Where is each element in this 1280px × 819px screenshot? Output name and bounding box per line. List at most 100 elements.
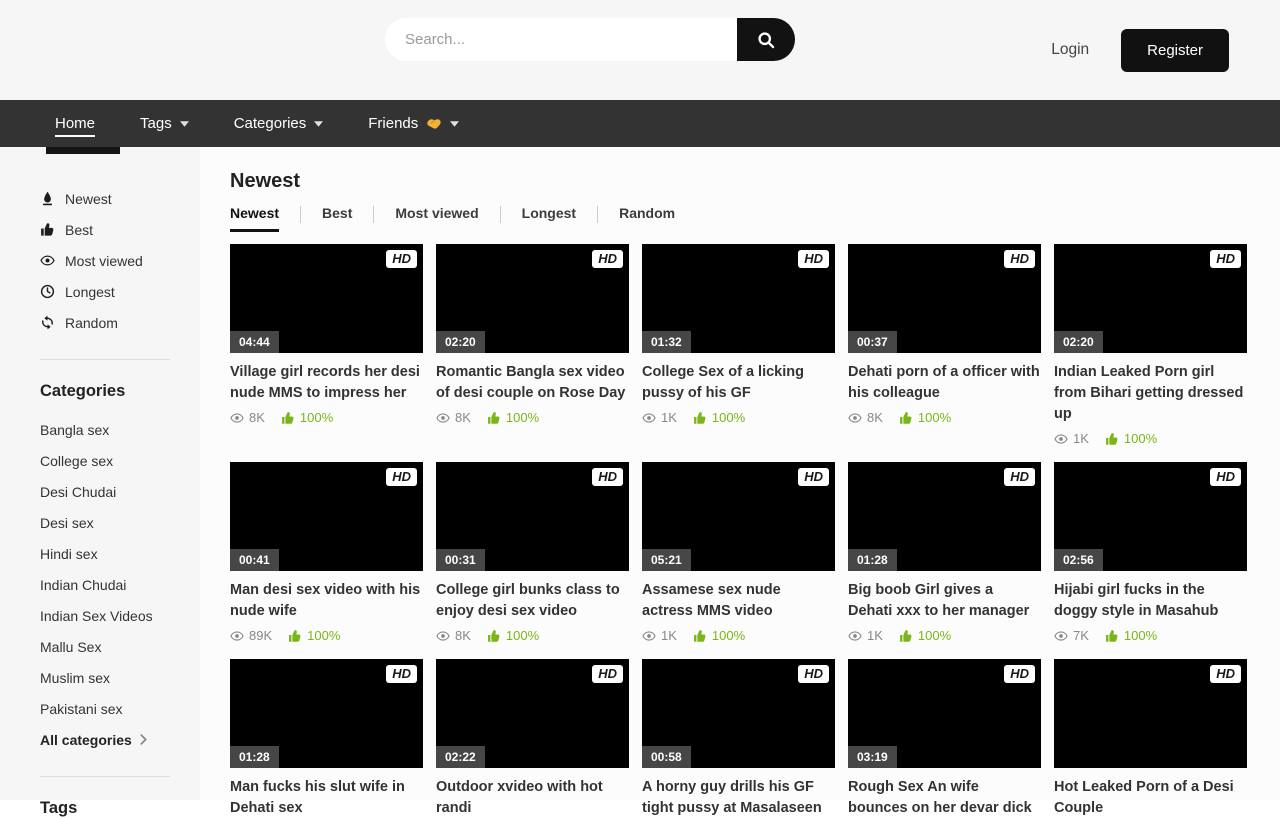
views-eye-icon: [436, 629, 450, 643]
video-card[interactable]: HD 00:58 A horny guy drills his GF tight…: [642, 659, 835, 819]
sort-list-item: Newest: [40, 183, 200, 214]
login-link[interactable]: Login: [1051, 41, 1089, 59]
tab-random[interactable]: Random: [619, 205, 675, 229]
sidebar-category-desi-chudai[interactable]: Desi Chudai: [40, 484, 116, 500]
sidebar-sort-random[interactable]: Random: [40, 315, 118, 331]
tab-most-viewed[interactable]: Most viewed: [395, 205, 478, 229]
video-card[interactable]: HD 03:19 Rough Sex An wife bounces on he…: [848, 659, 1041, 819]
video-title[interactable]: College girl bunks class to enjoy desi s…: [436, 580, 629, 622]
video-card[interactable]: HD 00:41 Man desi sex video with his nud…: [230, 462, 423, 643]
video-title[interactable]: A horny guy drills his GF tight pussy at…: [642, 777, 835, 819]
video-card[interactable]: HD 02:22 Outdoor xvideo with hot randi: [436, 659, 629, 819]
video-thumbnail[interactable]: HD 01:28: [848, 462, 1041, 571]
video-card[interactable]: HD 05:21 Assamese sex nude actress MMS v…: [642, 462, 835, 643]
video-card[interactable]: HD 01:28 Man fucks his slut wife in Deha…: [230, 659, 423, 819]
video-card[interactable]: HD 02:20 Romantic Bangla sex video of de…: [436, 244, 629, 446]
register-button[interactable]: Register: [1121, 29, 1229, 72]
video-thumbnail[interactable]: HD 02:20: [1054, 244, 1247, 353]
duration-badge: 04:44: [230, 331, 279, 353]
search-input[interactable]: [385, 18, 737, 61]
sidebar-category-pakistani-sex[interactable]: Pakistani sex: [40, 701, 122, 717]
video-card[interactable]: HD 01:32 College Sex of a licking pussy …: [642, 244, 835, 446]
nav-item-tags[interactable]: Tags: [140, 100, 189, 147]
video-title[interactable]: Big boob Girl gives a Dehati xxx to her …: [848, 580, 1041, 622]
video-title[interactable]: College Sex of a licking pussy of his GF: [642, 362, 835, 404]
search-button[interactable]: [737, 18, 795, 61]
view-count: 1K: [1073, 431, 1089, 446]
duration-badge: 03:19: [848, 746, 897, 768]
video-thumbnail[interactable]: HD 01:32: [642, 244, 835, 353]
video-thumbnail[interactable]: HD 00:31: [436, 462, 629, 571]
video-thumbnail[interactable]: HD 03:19: [848, 659, 1041, 768]
hd-badge: HD: [1210, 250, 1241, 268]
sidebar-sort-best[interactable]: Best: [40, 222, 93, 238]
main-content: Newest Newest Best Most viewed Longest Rando…: [200, 147, 1280, 800]
video-card[interactable]: HD Hot Leaked Porn of a Desi Couple: [1054, 659, 1247, 819]
video-card[interactable]: HD 00:31 College girl bunks class to enj…: [436, 462, 629, 643]
video-thumbnail[interactable]: HD 00:37: [848, 244, 1041, 353]
chevron-down-icon: [180, 121, 189, 127]
nav-item-home[interactable]: Home: [55, 100, 95, 147]
video-title[interactable]: Man desi sex video with his nude wife: [230, 580, 423, 622]
video-thumbnail[interactable]: HD 04:44: [230, 244, 423, 353]
sort-tabs: Newest Best Most viewed Longest Random: [230, 205, 1280, 232]
video-title[interactable]: Romantic Bangla sex video of desi couple…: [436, 362, 629, 404]
sidebar-category-indian-chudai[interactable]: Indian Chudai: [40, 577, 126, 593]
video-card[interactable]: HD 04:44 Village girl records her desi n…: [230, 244, 423, 446]
video-card[interactable]: HD 00:37 Dehati porn of a officer with h…: [848, 244, 1041, 446]
video-title[interactable]: Indian Leaked Porn girl from Bihari gett…: [1054, 362, 1247, 425]
rating: 100%: [899, 410, 951, 425]
duration-badge: 02:56: [1054, 549, 1103, 571]
duration-badge: 01:28: [230, 746, 279, 768]
all-categories-link[interactable]: All categories: [40, 724, 200, 755]
video-thumbnail[interactable]: HD 02:56: [1054, 462, 1247, 571]
video-thumbnail[interactable]: HD 05:21: [642, 462, 835, 571]
sidebar-sort-most-viewed[interactable]: Most viewed: [40, 253, 143, 269]
views-eye-icon: [848, 411, 862, 425]
video-title[interactable]: Dehati porn of a officer with his collea…: [848, 362, 1041, 404]
sidebar-sort-newest[interactable]: Newest: [40, 191, 112, 207]
duration-badge: 02:22: [436, 746, 485, 768]
nav-item-categories[interactable]: Categories: [234, 100, 324, 147]
tab-best[interactable]: Best: [322, 205, 352, 229]
views-eye-icon: [1054, 432, 1068, 446]
sidebar-category-desi-sex[interactable]: Desi sex: [40, 515, 94, 531]
views: 8K: [848, 410, 883, 425]
video-card[interactable]: HD 01:28 Big boob Girl gives a Dehati xx…: [848, 462, 1041, 643]
video-title[interactable]: Assamese sex nude actress MMS video: [642, 580, 835, 622]
sidebar-category-college-sex[interactable]: College sex: [40, 453, 113, 469]
nav-item-friends[interactable]: Friends: [368, 100, 459, 147]
duration-badge: 01:32: [642, 331, 691, 353]
video-thumbnail[interactable]: HD 00:41: [230, 462, 423, 571]
video-thumbnail[interactable]: HD 02:20: [436, 244, 629, 353]
video-card[interactable]: HD 02:20 Indian Leaked Porn girl from Bi…: [1054, 244, 1247, 446]
duration-badge: 00:37: [848, 331, 897, 353]
sidebar-category-hindi-sex[interactable]: Hindi sex: [40, 546, 98, 562]
video-title[interactable]: Man fucks his slut wife in Dehati sex: [230, 777, 423, 819]
sidebar-category-indian-sex-videos[interactable]: Indian Sex Videos: [40, 608, 153, 624]
tab-newest[interactable]: Newest: [230, 205, 279, 232]
tab-longest[interactable]: Longest: [522, 205, 576, 229]
video-title[interactable]: Village girl records her desi nude MMS t…: [230, 362, 423, 404]
video-thumbnail[interactable]: HD: [1054, 659, 1247, 768]
video-thumbnail[interactable]: HD 02:22: [436, 659, 629, 768]
sidebar-category-muslim-sex[interactable]: Muslim sex: [40, 670, 110, 686]
video-card[interactable]: HD 02:56 Hijabi girl fucks in the doggy …: [1054, 462, 1247, 643]
sidebar-category-mallu-sex[interactable]: Mallu Sex: [40, 639, 101, 655]
like-thumb-icon: [1105, 432, 1119, 446]
rating: 100%: [487, 628, 539, 643]
video-title[interactable]: Rough Sex An wife bounces on her devar d…: [848, 777, 1041, 819]
video-meta: 8K 100%: [848, 410, 1041, 425]
video-title[interactable]: Hot Leaked Porn of a Desi Couple: [1054, 777, 1247, 819]
video-title[interactable]: Outdoor xvideo with hot randi: [436, 777, 629, 819]
nav-item-label: Friends: [368, 115, 418, 132]
views-eye-icon: [642, 629, 656, 643]
video-title[interactable]: Hijabi girl fucks in the doggy style in …: [1054, 580, 1247, 622]
sidebar-category-bangla-sex[interactable]: Bangla sex: [40, 422, 109, 438]
sidebar-sort-longest[interactable]: Longest: [40, 284, 115, 300]
hd-badge: HD: [798, 468, 829, 486]
video-thumbnail[interactable]: HD 01:28: [230, 659, 423, 768]
video-thumbnail[interactable]: HD 00:58: [642, 659, 835, 768]
tab-separator: [597, 206, 598, 223]
video-meta: 8K 100%: [436, 628, 629, 643]
